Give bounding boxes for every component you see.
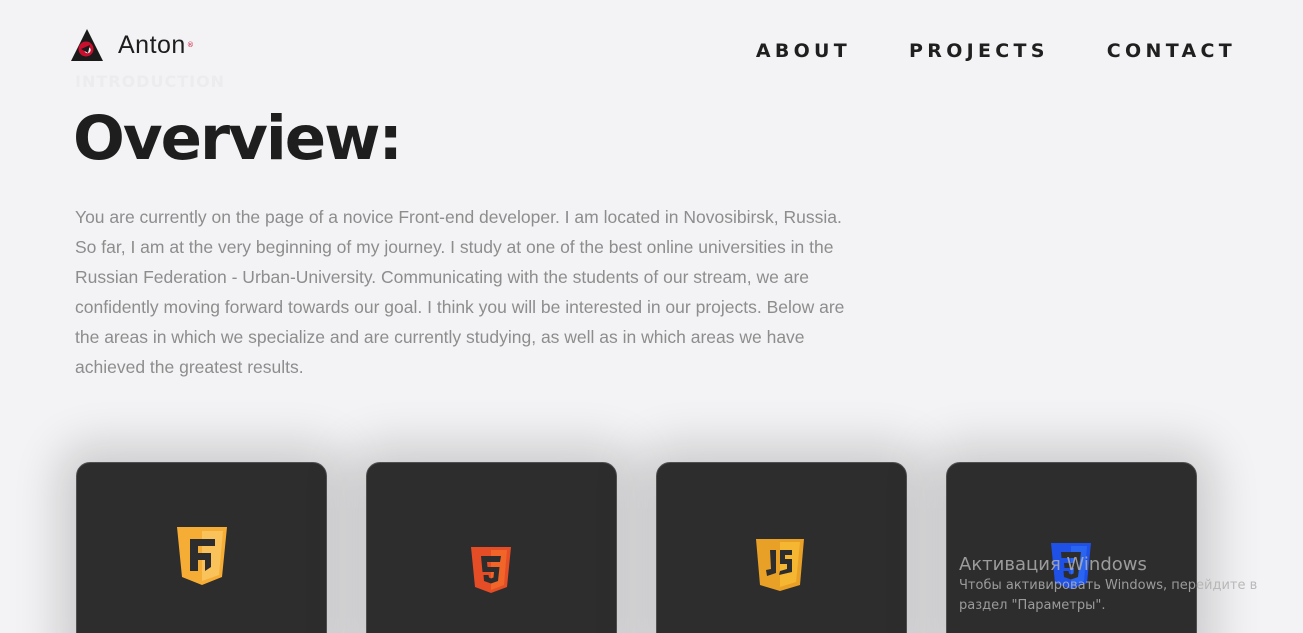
css3-icon [1051,543,1091,589]
logo-text: Anton [118,30,186,59]
main-nav: ABOUT PROJECTS CONTACT [756,40,1236,62]
nav-link-about[interactable]: ABOUT [756,40,851,62]
logo[interactable]: Anton ® [70,28,194,62]
nav-link-contact[interactable]: CONTACT [1107,40,1236,62]
page: Anton ® ABOUT PROJECTS CONTACT INTRODUCT… [0,0,1303,633]
skill-card-css3[interactable] [946,462,1197,633]
javascript-icon [756,539,804,591]
intro-description: You are currently on the page of a novic… [75,207,845,377]
html5-icon [471,547,511,593]
logo-icon [71,29,103,61]
section-eyebrow: INTRODUCTION [75,72,226,91]
page-title: Overview: [73,103,403,174]
logo-registered-mark: ® [186,41,194,49]
skill-card-framework[interactable] [76,462,327,633]
skill-card-html5[interactable] [366,462,617,633]
skill-card-javascript[interactable] [656,462,907,633]
framework-shield-icon [177,527,227,585]
nav-link-projects[interactable]: PROJECTS [909,40,1049,62]
